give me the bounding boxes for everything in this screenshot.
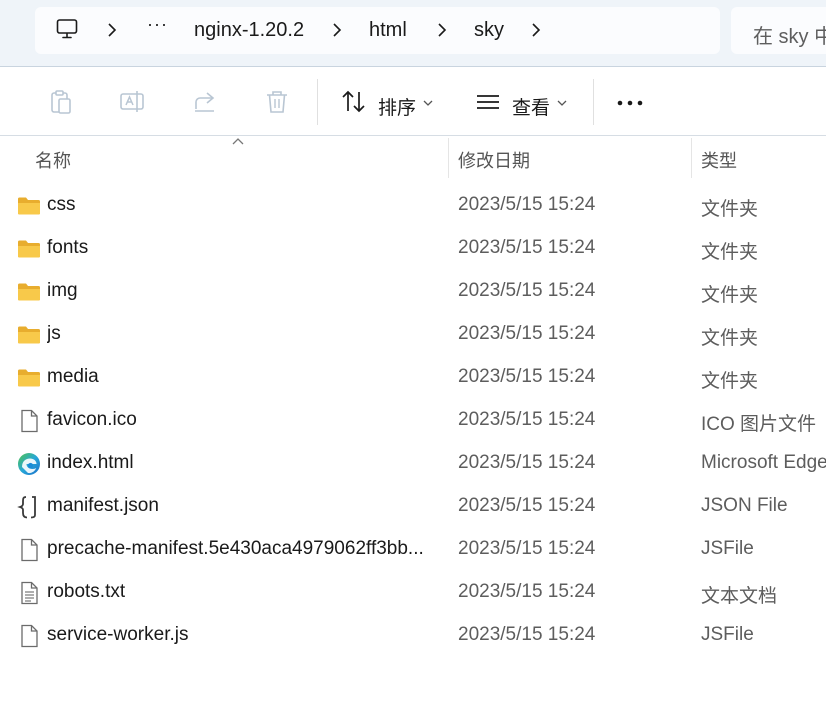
folder-icon	[17, 194, 41, 218]
chevron-down-icon[interactable]	[557, 99, 567, 107]
file-modified-date: 2023/5/15 15:24	[458, 581, 596, 602]
file-modified-date: 2023/5/15 15:24	[458, 452, 596, 473]
file-type: 文件夹	[701, 285, 759, 306]
file-modified-date: 2023/5/15 15:24	[458, 495, 596, 516]
view-icon[interactable]	[475, 89, 501, 115]
file-name[interactable]: robots.txt	[47, 581, 125, 603]
chevron-right-icon[interactable]	[104, 22, 120, 38]
file-type: 文件夹	[701, 242, 759, 263]
file-icon	[17, 624, 41, 648]
address-bar-area: ··· nginx-1.20.2 html sky 在 sky 中	[0, 0, 826, 66]
file-modified-date: 2023/5/15 15:24	[458, 624, 596, 645]
breadcrumb-html[interactable]: html	[369, 19, 407, 42]
column-header-date[interactable]: 修改日期	[458, 147, 530, 173]
file-name[interactable]: media	[47, 366, 99, 388]
file-name[interactable]: service-worker.js	[47, 624, 188, 646]
chevron-right-icon[interactable]	[528, 22, 544, 38]
file-icon	[17, 538, 41, 562]
file-type: 文件夹	[701, 199, 759, 220]
view-button[interactable]: 查看	[512, 93, 550, 120]
column-header-name[interactable]: 名称	[35, 147, 71, 173]
toolbar-separator	[317, 79, 318, 125]
file-type: JSON File	[701, 495, 788, 516]
json-file-icon	[17, 495, 41, 519]
file-row[interactable]: service-worker.js 2023/5/15 15:24 JSFile	[0, 614, 826, 657]
file-row[interactable]: css 2023/5/15 15:24 文件夹	[0, 184, 826, 227]
rename-icon[interactable]	[119, 89, 147, 115]
file-name[interactable]: index.html	[47, 452, 134, 474]
folder-icon	[17, 237, 41, 261]
file-name[interactable]: css	[47, 194, 76, 216]
file-row[interactable]: precache-manifest.5e430aca4979062ff3bb..…	[0, 528, 826, 571]
folder-icon	[17, 280, 41, 304]
command-bar: 排序 查看	[0, 67, 826, 135]
file-row[interactable]: img 2023/5/15 15:24 文件夹	[0, 270, 826, 313]
column-separator[interactable]	[691, 138, 692, 178]
file-type: 文本文档	[701, 586, 778, 607]
chevron-right-icon[interactable]	[434, 22, 450, 38]
file-type: 文件夹	[701, 328, 759, 349]
file-row[interactable]: fonts 2023/5/15 15:24 文件夹	[0, 227, 826, 270]
chevron-right-icon[interactable]	[329, 22, 345, 38]
search-input[interactable]: 在 sky 中	[731, 7, 826, 54]
breadcrumb-nginx[interactable]: nginx-1.20.2	[194, 19, 304, 42]
file-modified-date: 2023/5/15 15:24	[458, 280, 596, 301]
breadcrumb-overflow-button[interactable]: ···	[147, 14, 168, 35]
this-pc-icon[interactable]	[56, 18, 78, 40]
file-modified-date: 2023/5/15 15:24	[458, 323, 596, 344]
file-row[interactable]: manifest.json 2023/5/15 15:24 JSON File	[0, 485, 826, 528]
edge-icon	[17, 452, 41, 476]
folder-icon	[17, 366, 41, 390]
chevron-down-icon[interactable]	[423, 99, 433, 107]
breadcrumb-sky[interactable]: sky	[474, 19, 504, 42]
file-modified-date: 2023/5/15 15:24	[458, 366, 596, 387]
sort-ascending-icon	[232, 138, 244, 145]
file-name[interactable]: img	[47, 280, 78, 302]
file-type: ICO 图片文件	[701, 414, 817, 435]
search-placeholder: 在 sky 中	[753, 26, 826, 48]
file-type: Microsoft Edge	[701, 452, 826, 473]
file-row[interactable]: robots.txt 2023/5/15 15:24 文本文档	[0, 571, 826, 614]
toolbar-separator	[593, 79, 594, 125]
file-row[interactable]: js 2023/5/15 15:24 文件夹	[0, 313, 826, 356]
share-icon[interactable]	[192, 89, 220, 115]
file-icon	[17, 409, 41, 433]
column-separator[interactable]	[448, 138, 449, 178]
column-header-type[interactable]: 类型	[701, 147, 737, 173]
text-file-icon	[17, 581, 41, 605]
folder-icon	[17, 323, 41, 347]
file-name[interactable]: manifest.json	[47, 495, 159, 517]
file-modified-date: 2023/5/15 15:24	[458, 538, 596, 559]
paste-icon[interactable]	[48, 89, 74, 115]
sort-icon[interactable]	[341, 89, 367, 115]
file-type: JSFile	[701, 538, 754, 559]
file-type: JSFile	[701, 624, 754, 645]
file-row[interactable]: favicon.ico 2023/5/15 15:24 ICO 图片文件	[0, 399, 826, 442]
file-row[interactable]: media 2023/5/15 15:24 文件夹	[0, 356, 826, 399]
delete-icon[interactable]	[264, 89, 290, 115]
file-name[interactable]: js	[47, 323, 61, 345]
more-options-icon[interactable]	[617, 100, 643, 106]
file-modified-date: 2023/5/15 15:24	[458, 194, 596, 215]
file-name[interactable]: precache-manifest.5e430aca4979062ff3bb..…	[47, 538, 424, 560]
file-modified-date: 2023/5/15 15:24	[458, 409, 596, 430]
file-type: 文件夹	[701, 371, 759, 392]
file-modified-date: 2023/5/15 15:24	[458, 237, 596, 258]
sort-button[interactable]: 排序	[378, 93, 416, 120]
divider	[0, 135, 826, 136]
file-row[interactable]: index.html 2023/5/15 15:24 Microsoft Edge	[0, 442, 826, 485]
file-name[interactable]: fonts	[47, 237, 88, 259]
file-name[interactable]: favicon.ico	[47, 409, 137, 431]
